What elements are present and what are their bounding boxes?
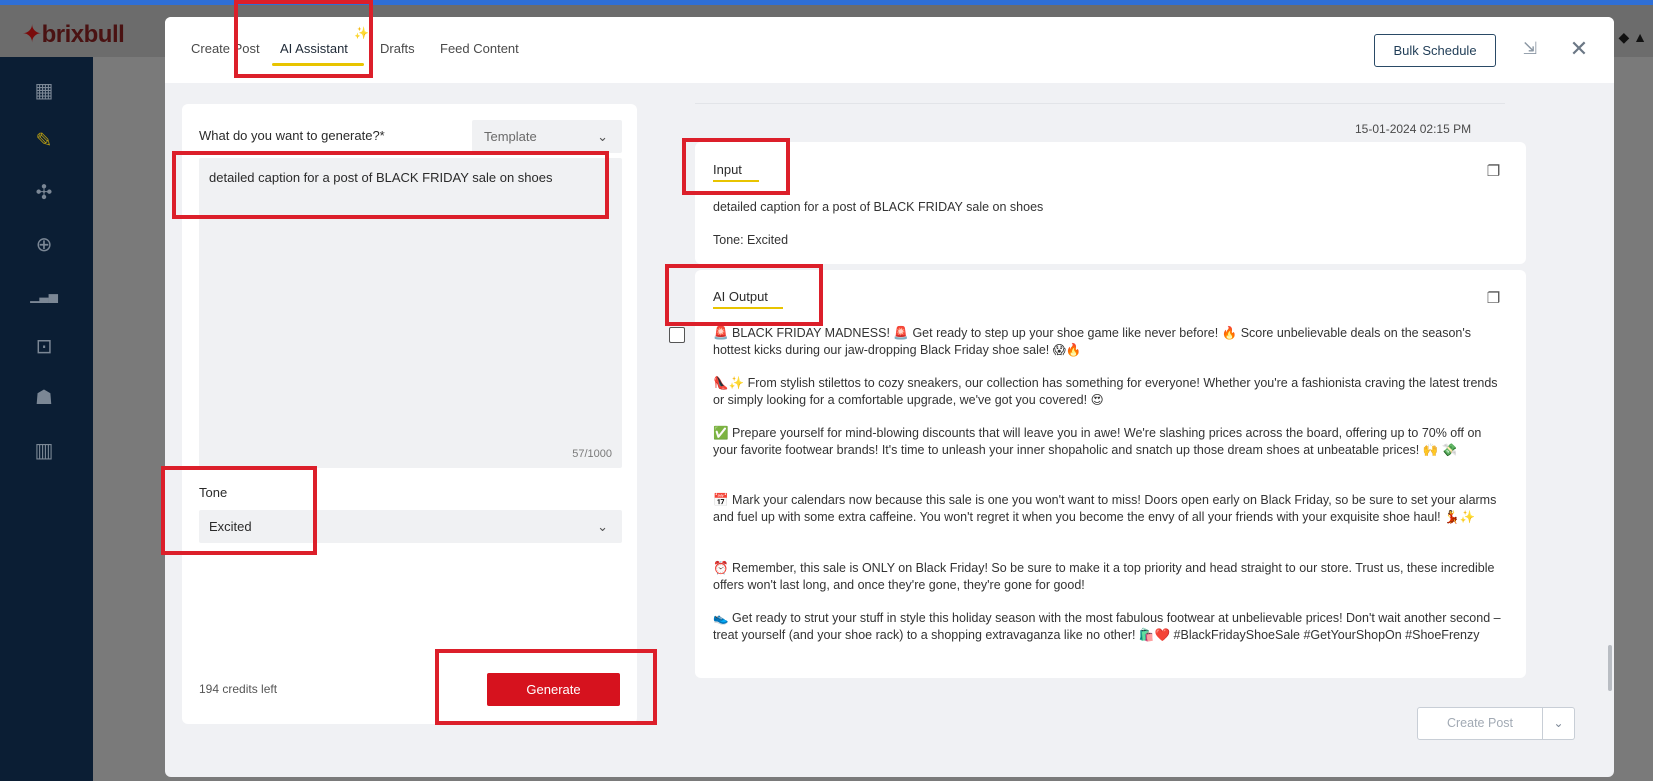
analytics-icon[interactable]: ▁▃▅ bbox=[30, 282, 58, 310]
copy-icon[interactable]: ❐ bbox=[1485, 163, 1502, 180]
output-paragraph: 📅 Mark your calendars now because this s… bbox=[713, 493, 1497, 524]
input-tone: Tone: Excited bbox=[713, 233, 789, 247]
minimize-icon[interactable]: ⇲ bbox=[1520, 39, 1540, 59]
modal-header: Create Post AI Assistant ✨ Drafts Feed C… bbox=[165, 17, 1614, 83]
brixbull-logo[interactable]: ✦brixbull bbox=[22, 20, 125, 49]
annotation-box bbox=[161, 466, 317, 555]
target-icon[interactable]: ⊕ bbox=[30, 231, 58, 259]
annotation-box bbox=[234, 0, 373, 78]
output-paragraph: 👠✨ From stylish stilettos to cozy sneake… bbox=[713, 376, 1498, 407]
input-card: Input ❐ detailed caption for a post of B… bbox=[695, 142, 1526, 264]
team-icon[interactable]: ☗ bbox=[30, 384, 58, 412]
output-card: AI Output ❐ 🚨 BLACK FRIDAY MADNESS! 🚨 Ge… bbox=[669, 270, 1526, 678]
create-post-button[interactable]: Create Post bbox=[1417, 707, 1543, 740]
select-output-checkbox[interactable] bbox=[669, 327, 685, 343]
char-count: 57/1000 bbox=[572, 448, 612, 460]
create-post-modal: Create Post AI Assistant ✨ Drafts Feed C… bbox=[165, 17, 1614, 777]
network-icon[interactable]: ✣ bbox=[30, 179, 58, 207]
chevron-down-icon: ⌄ bbox=[597, 519, 608, 534]
tab-drafts[interactable]: Drafts bbox=[380, 41, 415, 56]
template-dropdown[interactable]: Template ⌄ bbox=[472, 120, 622, 153]
sidebar: ▦ ✎ ✣ ⊕ ▁▃▅ ⊡ ☗ ▥ bbox=[0, 57, 93, 781]
output-paragraph: 👟 Get ready to strut your stuff in style… bbox=[713, 611, 1501, 642]
credits-left: 194 credits left bbox=[199, 682, 278, 696]
template-value: Template bbox=[484, 129, 537, 144]
inbox-icon[interactable]: ⊡ bbox=[30, 333, 58, 361]
annotation-box bbox=[172, 151, 609, 219]
library-icon[interactable]: ▥ bbox=[30, 437, 58, 465]
chevron-down-icon: ⌄ bbox=[597, 129, 608, 144]
output-paragraph: 🚨 BLACK FRIDAY MADNESS! 🚨 Get ready to s… bbox=[713, 326, 1472, 357]
output-paragraph: ✅ Prepare yourself for mind-blowing disc… bbox=[713, 426, 1482, 457]
dashboard-icon[interactable]: ▦ bbox=[30, 77, 58, 105]
create-post-dropdown[interactable]: ⌄ bbox=[1543, 707, 1575, 740]
divider bbox=[695, 103, 1505, 104]
compose-icon[interactable]: ✎ bbox=[30, 127, 58, 155]
annotation-box bbox=[682, 138, 790, 195]
copy-icon[interactable]: ❐ bbox=[1485, 290, 1502, 307]
tab-feed-content[interactable]: Feed Content bbox=[440, 41, 519, 56]
timestamp: 15-01-2024 02:15 PM bbox=[1355, 122, 1472, 136]
history-panel: 15-01-2024 02:15 PM Input ❐ detailed cap… bbox=[669, 102, 1610, 767]
input-text: detailed caption for a post of BLACK FRI… bbox=[713, 200, 1044, 214]
bell-icon[interactable]: ◆ ▲ bbox=[1618, 29, 1647, 46]
generate-label: What do you want to generate?* bbox=[199, 128, 385, 143]
bulk-schedule-button[interactable]: Bulk Schedule bbox=[1374, 34, 1496, 67]
output-paragraph: ⏰ Remember, this sale is ONLY on Black F… bbox=[713, 561, 1495, 592]
annotation-box bbox=[435, 649, 657, 725]
close-icon[interactable]: ✕ bbox=[1567, 37, 1591, 61]
scrollbar[interactable] bbox=[1608, 645, 1612, 691]
annotation-box bbox=[665, 264, 823, 326]
